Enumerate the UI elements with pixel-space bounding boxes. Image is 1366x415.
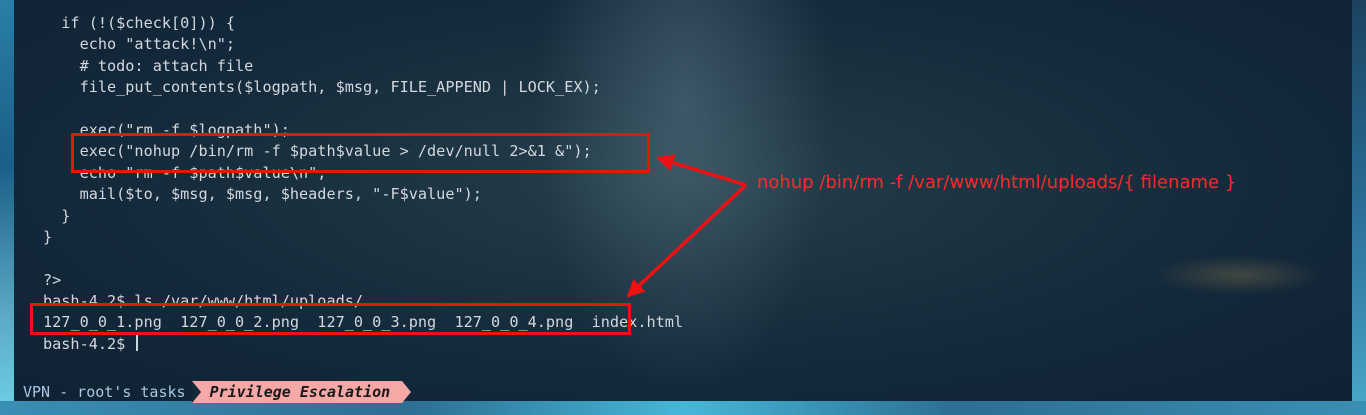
arrow-to-exec-line [656,154,747,187]
tmux-status-bar: VPN - root's tasks Privilege Escalation [14,381,411,403]
tab-privilege-escalation[interactable]: Privilege Escalation [191,381,411,403]
session-label[interactable]: VPN - root's tasks [14,383,192,401]
arrow-to-png-files [626,183,748,298]
annotation-arrows [626,154,748,298]
annotation-label: nohup /bin/rm -f /var/www/html/uploads/{… [757,172,1237,193]
